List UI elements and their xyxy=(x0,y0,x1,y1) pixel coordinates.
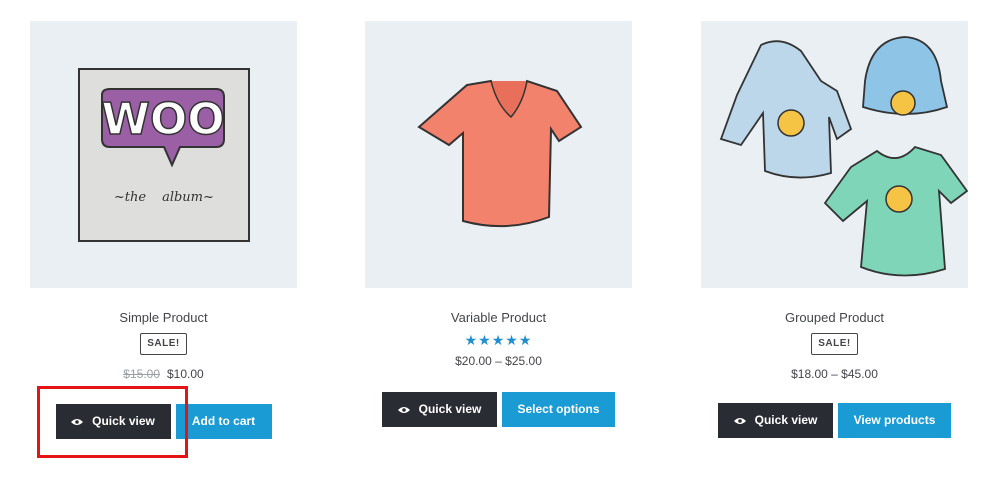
product-price: $15.00 $10.00 xyxy=(30,367,297,381)
product-actions: Quick view Select options xyxy=(365,392,632,427)
album-illustration: WOO ~the album~ xyxy=(78,68,250,242)
product-title[interactable]: Grouped Product xyxy=(701,310,968,326)
product-image-album[interactable]: WOO ~the album~ xyxy=(30,21,297,288)
product-title[interactable]: Simple Product xyxy=(30,310,297,326)
quick-view-label: Quick view xyxy=(92,414,155,428)
rating-stars: ★★★★★ xyxy=(464,332,533,348)
view-products-button[interactable]: View products xyxy=(838,403,951,438)
quick-view-label: Quick view xyxy=(418,402,482,416)
product-card-variable: Variable Product ★★★★★ $20.00 – $25.00 Q… xyxy=(365,21,632,427)
product-image-tshirt[interactable] xyxy=(365,21,632,288)
select-options-label: Select options xyxy=(517,402,600,416)
product-card-simple: WOO ~the album~ Simple Product SALE! $15… xyxy=(30,21,297,439)
product-actions: Quick view View products xyxy=(701,403,968,438)
quick-view-button[interactable]: Quick view xyxy=(55,404,171,439)
product-price: $20.00 – $25.00 xyxy=(455,354,542,368)
current-price: $10.00 xyxy=(167,367,204,381)
quick-view-button[interactable]: Quick view xyxy=(382,392,497,427)
old-price: $15.00 xyxy=(123,367,160,381)
svg-text:~the: ~the xyxy=(114,190,146,205)
eye-icon xyxy=(397,406,410,414)
product-card-grouped: Grouped Product SALE! $18.00 – $45.00 Qu… xyxy=(701,21,968,438)
apparel-illustration xyxy=(719,36,968,277)
view-products-label: View products xyxy=(853,413,936,427)
eye-icon xyxy=(733,417,746,425)
add-to-cart-label: Add to cart xyxy=(191,414,256,428)
eye-icon xyxy=(71,418,84,426)
quick-view-button[interactable]: Quick view xyxy=(718,403,833,438)
select-options-button[interactable]: Select options xyxy=(502,392,615,427)
product-actions: Quick view Add to cart xyxy=(30,404,297,439)
quick-view-label: Quick view xyxy=(754,413,818,427)
add-to-cart-button[interactable]: Add to cart xyxy=(175,404,272,439)
product-image-apparel-set[interactable] xyxy=(701,21,968,288)
product-price: $18.00 – $45.00 xyxy=(791,367,878,381)
sale-badge: SALE! xyxy=(811,333,858,355)
tshirt-illustration xyxy=(417,79,583,228)
product-title[interactable]: Variable Product xyxy=(365,310,632,326)
svg-text:album~: album~ xyxy=(162,190,214,205)
svg-text:WOO: WOO xyxy=(101,94,224,145)
sale-badge: SALE! xyxy=(140,333,187,355)
